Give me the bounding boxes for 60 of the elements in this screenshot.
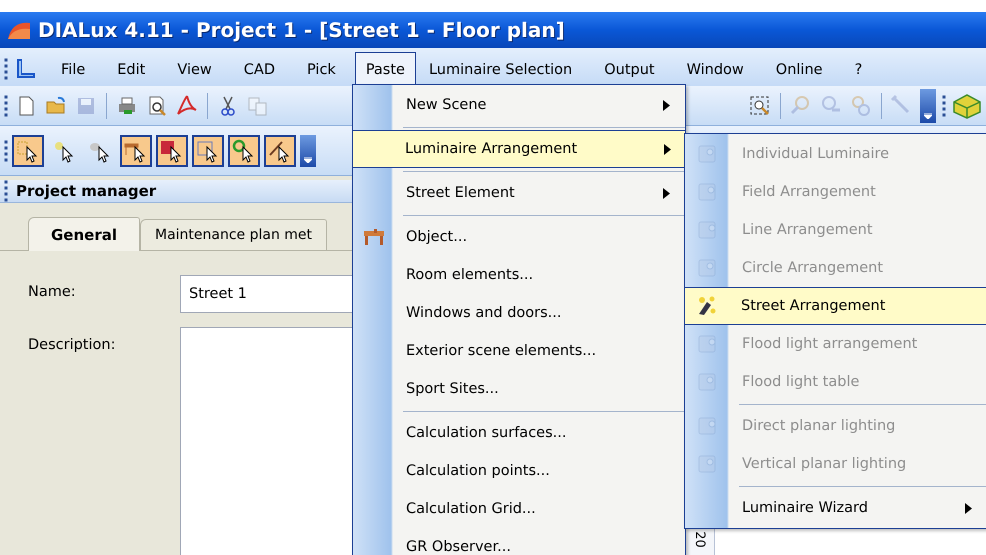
- select-tool-button[interactable]: [120, 134, 152, 166]
- app-logo-icon: [14, 57, 38, 81]
- menu-item[interactable]: Room elements...: [353, 256, 685, 294]
- submenu-arrow-icon: [664, 144, 671, 154]
- menu-item[interactable]: Calculation Grid...: [353, 490, 685, 528]
- toolbar-grip-icon[interactable]: [942, 94, 946, 116]
- submenu-arrow-icon: [663, 100, 670, 110]
- panel-title: Project manager: [16, 182, 156, 200]
- menu-item[interactable]: Object...: [353, 218, 685, 256]
- description-field[interactable]: [180, 327, 352, 555]
- caret-icon: [924, 112, 932, 118]
- tab[interactable]: General: [28, 217, 140, 251]
- menu-item[interactable]: Luminaire Arrangement: [352, 130, 686, 168]
- select-tool-button[interactable]: [228, 134, 260, 166]
- menu-item[interactable]: Sport Sites...: [353, 370, 685, 408]
- select-tool-button[interactable]: [192, 134, 224, 166]
- ruler-label: 20: [692, 531, 707, 548]
- menu-item[interactable]: Calculation surfaces...: [353, 414, 685, 452]
- menu-bar-item[interactable]: Paste: [354, 52, 416, 86]
- select-cursor-icon: [160, 138, 184, 162]
- menu-bar-item[interactable]: Edit: [104, 52, 158, 86]
- caret-icon: [304, 156, 312, 162]
- select-cursor-icon: [232, 138, 256, 162]
- select-cursor-icon: [268, 138, 292, 162]
- select-cursor-icon: [196, 138, 220, 162]
- submenu-arrow-icon: [663, 188, 670, 198]
- field-label: Name:: [28, 283, 77, 302]
- toolbar-grip-icon[interactable]: [4, 180, 8, 202]
- menu-bar-item[interactable]: CAD: [230, 52, 288, 86]
- field-label: Description:: [28, 336, 116, 355]
- menu-item[interactable]: Exterior scene elements...: [353, 332, 685, 370]
- menu-item[interactable]: Windows and doors...: [353, 294, 685, 332]
- menu-item[interactable]: New Scene: [353, 86, 685, 124]
- select-tool-button[interactable]: [264, 134, 296, 166]
- name-field[interactable]: Street 1: [180, 275, 352, 313]
- menu-item[interactable]: Street Element: [353, 174, 685, 212]
- menu-bar-item[interactable]: Online: [762, 52, 836, 86]
- menu-bar-item[interactable]: Output: [591, 52, 668, 86]
- menu-item[interactable]: Street Arrangement: [684, 287, 986, 325]
- menu-bar-item[interactable]: Luminaire Selection: [416, 52, 586, 86]
- menu-bar-item[interactable]: ?: [842, 52, 876, 86]
- toolbar-overflow-button[interactable]: [300, 134, 316, 166]
- select-cursor-icon: [16, 138, 40, 162]
- select-tool-button[interactable]: [12, 134, 44, 166]
- tab[interactable]: Maintenance plan met: [140, 219, 328, 250]
- menu-item[interactable]: GR Observer...: [353, 528, 685, 555]
- toolbar-grip-icon[interactable]: [4, 94, 8, 116]
- select-tool-button[interactable]: [156, 134, 188, 166]
- window-title: DIALux 4.11 - Project 1 - [Street 1 - Floor plan]: [38, 18, 565, 42]
- cube-icon: [952, 92, 982, 120]
- menu-item[interactable]: Luminaire Wizard: [685, 489, 986, 527]
- menu-bar-item[interactable]: View: [164, 52, 225, 86]
- submenu-arrow-icon: [965, 502, 972, 514]
- menu-bar-item[interactable]: Pick: [294, 52, 349, 86]
- toolbar-grip-icon[interactable]: [4, 140, 8, 162]
- menu-bar-item[interactable]: Window: [674, 52, 757, 86]
- menu-item[interactable]: Calculation points...: [353, 452, 685, 490]
- toolbar-grip-icon[interactable]: [4, 58, 8, 80]
- menu-bar-item[interactable]: File: [48, 52, 98, 86]
- toolbar-overflow-button[interactable]: [920, 88, 936, 122]
